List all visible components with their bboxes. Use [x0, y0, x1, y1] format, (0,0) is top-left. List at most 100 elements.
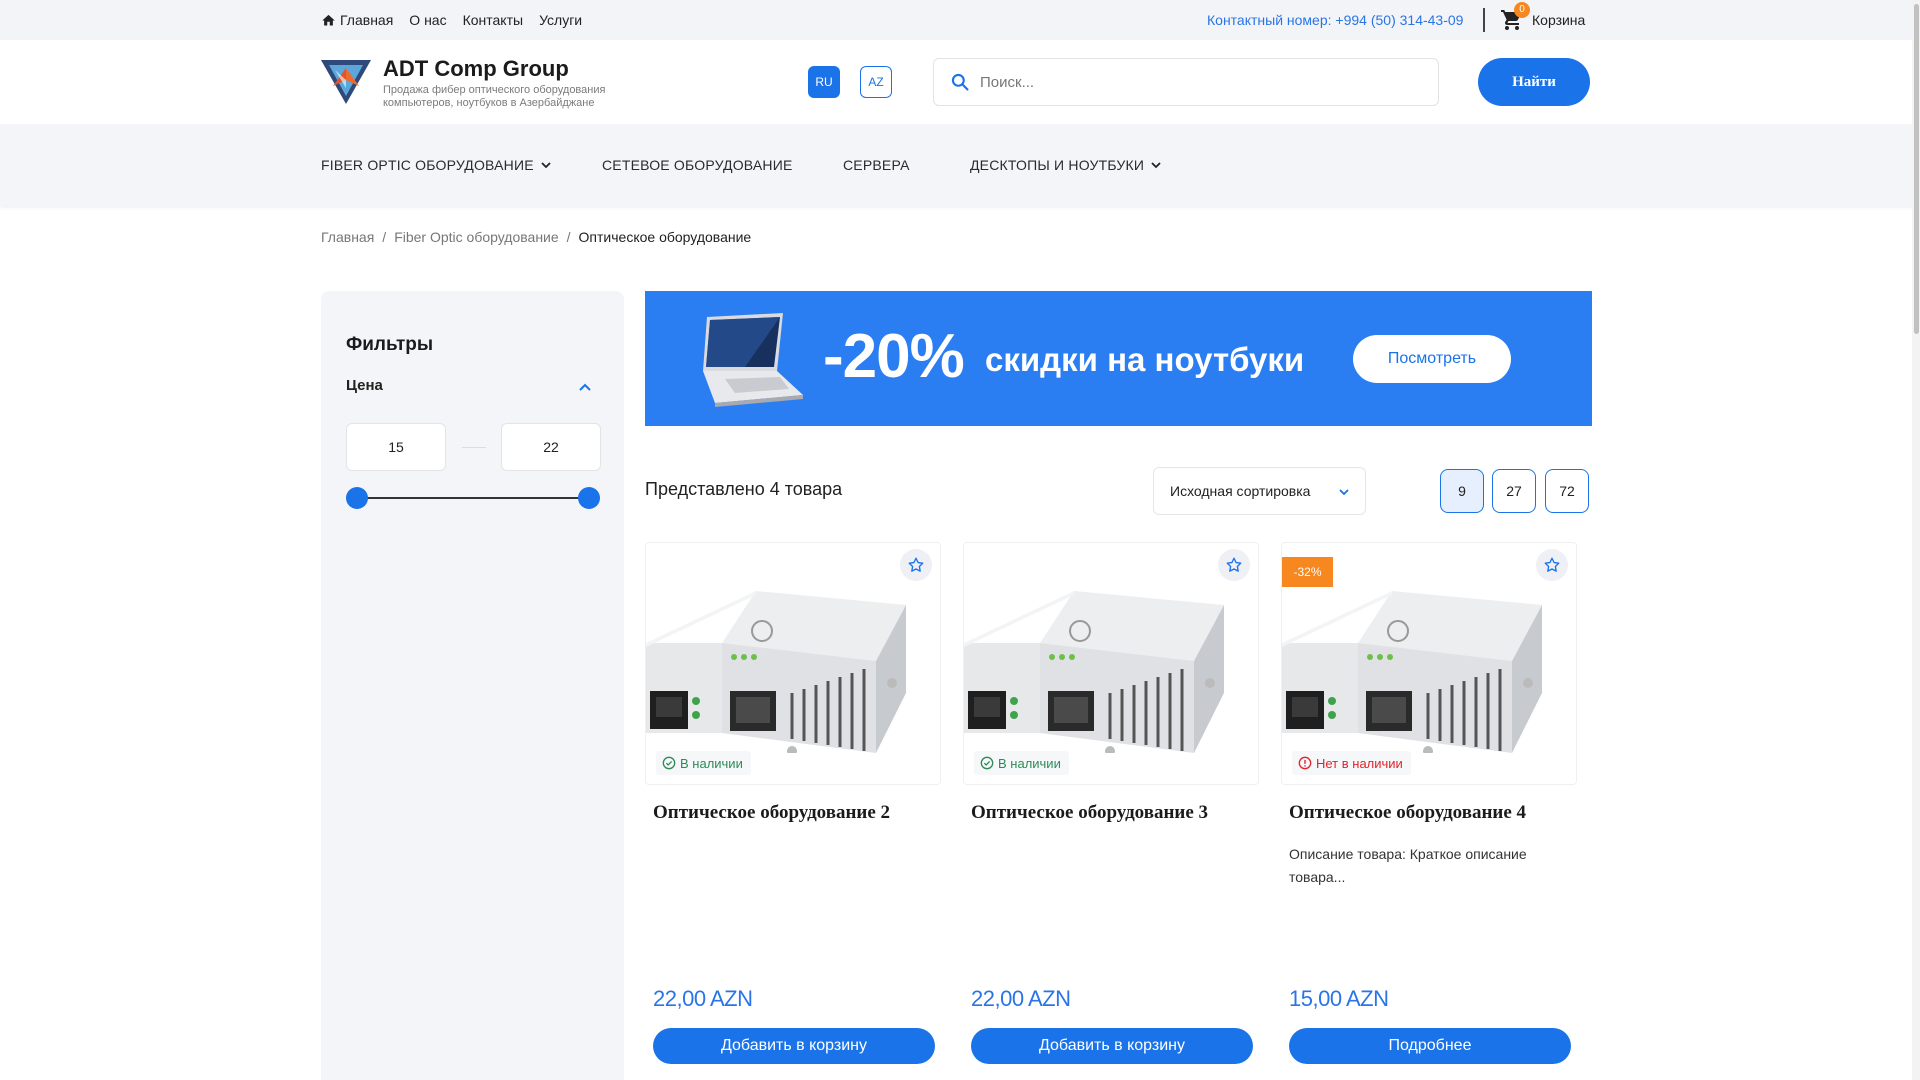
details-button[interactable]: Подробнее [1289, 1028, 1571, 1064]
favorite-button[interactable] [1536, 549, 1568, 581]
discount-badge: -32% [1282, 557, 1333, 587]
per-page-27[interactable]: 27 [1492, 469, 1536, 513]
per-page-9[interactable]: 9 [1440, 469, 1484, 513]
top-nav-contacts[interactable]: Контакты [463, 12, 523, 28]
search-icon [951, 73, 969, 91]
product-title[interactable]: Оптическое оборудование 4 [1289, 802, 1526, 824]
stock-status: Нет в наличии [1292, 751, 1411, 775]
breadcrumb-current: Оптическое оборудование [578, 229, 752, 245]
top-bar: Главная О нас Контакты Услуги Контактный… [0, 0, 1920, 40]
star-icon [1226, 557, 1242, 572]
product-card[interactable]: В наличии Оптическое оборудование 3 22,0… [963, 542, 1259, 1080]
product-title[interactable]: Оптическое оборудование 3 [971, 802, 1208, 824]
stock-status-label: В наличии [680, 755, 743, 771]
category-servers[interactable]: СЕРВЕРА [843, 124, 910, 206]
product-price: 22,00 AZN [653, 986, 753, 1011]
category-desktops-label: ДЕСКТОПЫ И НОУТБУКИ [970, 157, 1145, 173]
stock-status-label: В наличии [998, 755, 1061, 771]
breadcrumb-separator: / [566, 229, 571, 245]
price-range-dash [462, 447, 486, 448]
top-divider [1483, 8, 1485, 32]
filters-sidebar: Фильтры Цена 15 22 [321, 291, 624, 1080]
product-card[interactable]: В наличии Оптическое оборудование 2 22,0… [645, 542, 941, 1080]
chevron-up-icon[interactable] [577, 379, 593, 395]
category-nav: FIBER OPTIC ОБОРУДОВАНИЕ СЕТЕВОЕ ОБОРУДО… [0, 124, 1920, 206]
product-price: 22,00 AZN [971, 986, 1071, 1011]
price-max-input[interactable]: 22 [501, 423, 601, 471]
category-desktops[interactable]: ДЕСКТОПЫ И НОУТБУКИ [970, 124, 1162, 206]
promo-text: скидки на ноутбуки [985, 341, 1305, 378]
price-filter-label: Цена [346, 377, 383, 394]
star-icon [908, 557, 924, 572]
top-nav-contacts-label: Контакты [462, 12, 524, 28]
brand: ADT Comp Group Продажа фибер оптического… [383, 56, 643, 110]
search-box [933, 58, 1439, 106]
check-circle-icon [980, 756, 994, 770]
chevron-down-icon [1339, 489, 1349, 496]
product-image [1282, 589, 1544, 753]
alert-circle-icon [1298, 756, 1312, 770]
home-icon [322, 14, 335, 25]
products-count: Представлено 4 товара [645, 479, 843, 499]
stock-status: В наличии [974, 751, 1069, 775]
sort-select[interactable]: Исходная сортировка [1153, 467, 1366, 515]
category-servers-label: СЕРВЕРА [843, 157, 910, 173]
price-slider-max-handle[interactable] [578, 487, 600, 509]
search-button[interactable]: Найти [1478, 58, 1590, 106]
laptop-image [703, 313, 803, 407]
top-nav-about-label: О нас [409, 12, 447, 28]
add-to-cart-button[interactable]: Добавить в корзину [971, 1028, 1253, 1064]
price-slider-track[interactable] [357, 497, 589, 499]
promo-view-button[interactable]: Посмотреть [1353, 335, 1511, 383]
cart-label: Корзина [1532, 12, 1586, 28]
top-nav-home-label: Главная [340, 12, 394, 28]
breadcrumb: Главная / Fiber Optic оборудование / Опт… [321, 229, 751, 245]
page-scrollbar-thumb[interactable] [1914, 4, 1919, 334]
contact-phone[interactable]: Контактный номер: +994 (50) 314-43-09 [1207, 0, 1463, 40]
product-description: Описание товара: Краткое описание товара… [1289, 846, 1527, 885]
search-input[interactable] [980, 73, 1420, 91]
product-image [964, 589, 1226, 753]
breadcrumb-home[interactable]: Главная [321, 229, 374, 245]
stock-status: В наличии [656, 751, 751, 775]
product-card[interactable]: -32% Нет в наличии Оптическое оборудован… [1281, 542, 1577, 1080]
filters-title: Фильтры [346, 334, 434, 355]
product-title[interactable]: Оптическое оборудование 2 [653, 802, 890, 824]
lang-az-button[interactable]: AZ [860, 66, 892, 98]
product-image [646, 589, 908, 753]
category-network-label: СЕТЕВОЕ ОБОРУДОВАНИЕ [602, 157, 793, 173]
top-nav: Главная О нас Контакты Услуги [321, 0, 582, 40]
stock-status-label: Нет в наличии [1316, 755, 1403, 771]
cart-icon: 0 [1500, 2, 1530, 32]
favorite-button[interactable] [1218, 549, 1250, 581]
check-circle-icon [662, 756, 676, 770]
brand-tagline: Продажа фибер оптического оборудования к… [383, 84, 606, 109]
promo-banner: -20% скидки на ноутбуки Посмотреть [645, 291, 1592, 426]
top-nav-about[interactable]: О нас [409, 12, 446, 28]
product-image-area[interactable]: -32% Нет в наличии [1281, 542, 1577, 785]
breadcrumb-separator: / [382, 229, 387, 245]
promo-percent: -20% [823, 322, 965, 391]
category-fiber-optic[interactable]: FIBER OPTIC ОБОРУДОВАНИЕ [321, 124, 552, 206]
per-page-72[interactable]: 72 [1545, 469, 1589, 513]
lang-ru-button[interactable]: RU [808, 66, 840, 98]
product-image-area[interactable]: В наличии [645, 542, 941, 785]
top-nav-services-label: Услуги [539, 12, 583, 28]
chevron-down-icon [1151, 162, 1161, 169]
brand-logo[interactable] [321, 58, 371, 106]
price-min-input[interactable]: 15 [346, 423, 446, 471]
add-to-cart-button[interactable]: Добавить в корзину [653, 1028, 935, 1064]
chevron-down-icon [541, 162, 551, 169]
breadcrumb-fiber-optic[interactable]: Fiber Optic оборудование [394, 229, 558, 245]
price-slider-min-handle[interactable] [346, 487, 368, 509]
star-icon [1544, 557, 1560, 572]
favorite-button[interactable] [900, 549, 932, 581]
sort-select-value: Исходная сортировка [1170, 483, 1311, 499]
top-nav-services[interactable]: Услуги [539, 12, 582, 28]
cart-link[interactable]: 0 Корзина [1500, 0, 1585, 40]
product-image-area[interactable]: В наличии [963, 542, 1259, 785]
top-nav-home[interactable]: Главная [321, 12, 393, 28]
brand-name[interactable]: ADT Comp Group [383, 56, 643, 82]
category-network[interactable]: СЕТЕВОЕ ОБОРУДОВАНИЕ [602, 124, 793, 206]
cart-count-badge: 0 [1514, 2, 1530, 18]
